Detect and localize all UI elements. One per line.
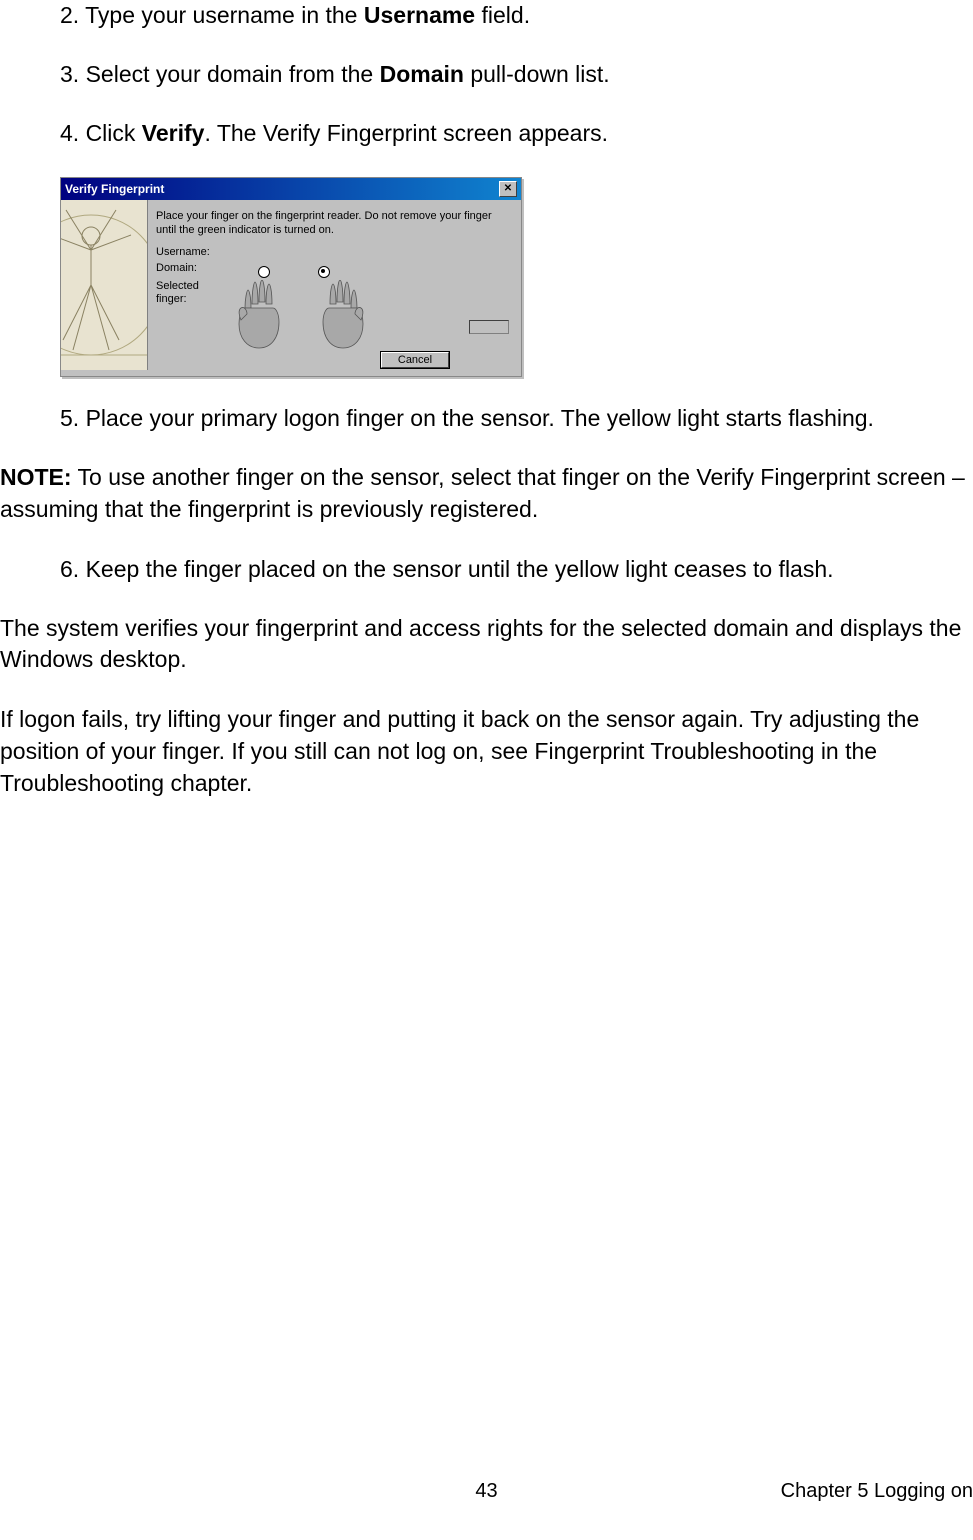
right-hand-icon bbox=[314, 280, 366, 360]
close-icon: ✕ bbox=[504, 184, 512, 194]
selected-finger-label: Selected finger: bbox=[156, 280, 216, 306]
dialog-window: Verify Fingerprint ✕ Pla bbox=[60, 177, 522, 377]
step-3-bold: Domain bbox=[380, 61, 464, 87]
step-3-text-a: 3. Select your domain from the bbox=[60, 61, 380, 87]
step-4: 4. Click Verify. The Verify Fingerprint … bbox=[60, 118, 973, 149]
dialog-title-text: Verify Fingerprint bbox=[65, 182, 164, 196]
paragraph-troubleshoot: If logon fails, try lifting your finger … bbox=[0, 704, 973, 799]
step-5: 5. Place your primary logon finger on th… bbox=[60, 403, 973, 434]
dialog-instruction: Place your finger on the fingerprint rea… bbox=[156, 210, 509, 238]
left-hand-icon bbox=[236, 280, 288, 360]
dialog-body: Place your finger on the fingerprint rea… bbox=[61, 200, 521, 376]
step-6: 6. Keep the finger placed on the sensor … bbox=[60, 554, 973, 585]
step-3: 3. Select your domain from the Domain pu… bbox=[60, 59, 973, 90]
username-label: Username: bbox=[156, 246, 509, 258]
hands-group bbox=[236, 280, 366, 360]
page-number: 43 bbox=[475, 1480, 497, 1503]
step-2: 2. Type your username in the Username fi… bbox=[60, 0, 973, 31]
left-hand[interactable] bbox=[236, 280, 288, 360]
step-4-text-a: 4. Click bbox=[60, 120, 142, 146]
step-2-bold: Username bbox=[364, 2, 475, 28]
progress-indicator bbox=[469, 320, 509, 334]
step-2-text-a: 2. Type your username in the bbox=[60, 2, 364, 28]
dialog-content: Place your finger on the fingerprint rea… bbox=[154, 206, 515, 370]
domain-label: Domain: bbox=[156, 262, 509, 274]
close-button[interactable]: ✕ bbox=[499, 181, 517, 197]
dialog-titlebar: Verify Fingerprint ✕ bbox=[61, 178, 521, 200]
vitruvian-illustration bbox=[61, 200, 148, 370]
verify-fingerprint-dialog: Verify Fingerprint ✕ Pla bbox=[60, 177, 520, 377]
note-paragraph: NOTE: To use another finger on the senso… bbox=[0, 462, 973, 525]
paragraph-verify: The system verifies your fingerprint and… bbox=[0, 613, 973, 676]
step-4-bold: Verify bbox=[142, 120, 205, 146]
step-4-text-c: . The Verify Fingerprint screen appears. bbox=[204, 120, 608, 146]
step-3-text-c: pull-down list. bbox=[464, 61, 610, 87]
chapter-label: Chapter 5 Logging on bbox=[781, 1480, 973, 1503]
right-hand-radio[interactable] bbox=[318, 266, 330, 278]
selected-finger-row: Selected finger: bbox=[156, 280, 509, 360]
note-text: To use another finger on the sensor, sel… bbox=[0, 464, 965, 522]
note-label: NOTE: bbox=[0, 464, 72, 490]
step-2-text-c: field. bbox=[475, 2, 530, 28]
cancel-label: Cancel bbox=[398, 354, 432, 366]
left-hand-radio[interactable] bbox=[258, 266, 270, 278]
right-hand[interactable] bbox=[314, 280, 366, 360]
cancel-button[interactable]: Cancel bbox=[381, 352, 449, 368]
document-page: 2. Type your username in the Username fi… bbox=[0, 0, 973, 1500]
